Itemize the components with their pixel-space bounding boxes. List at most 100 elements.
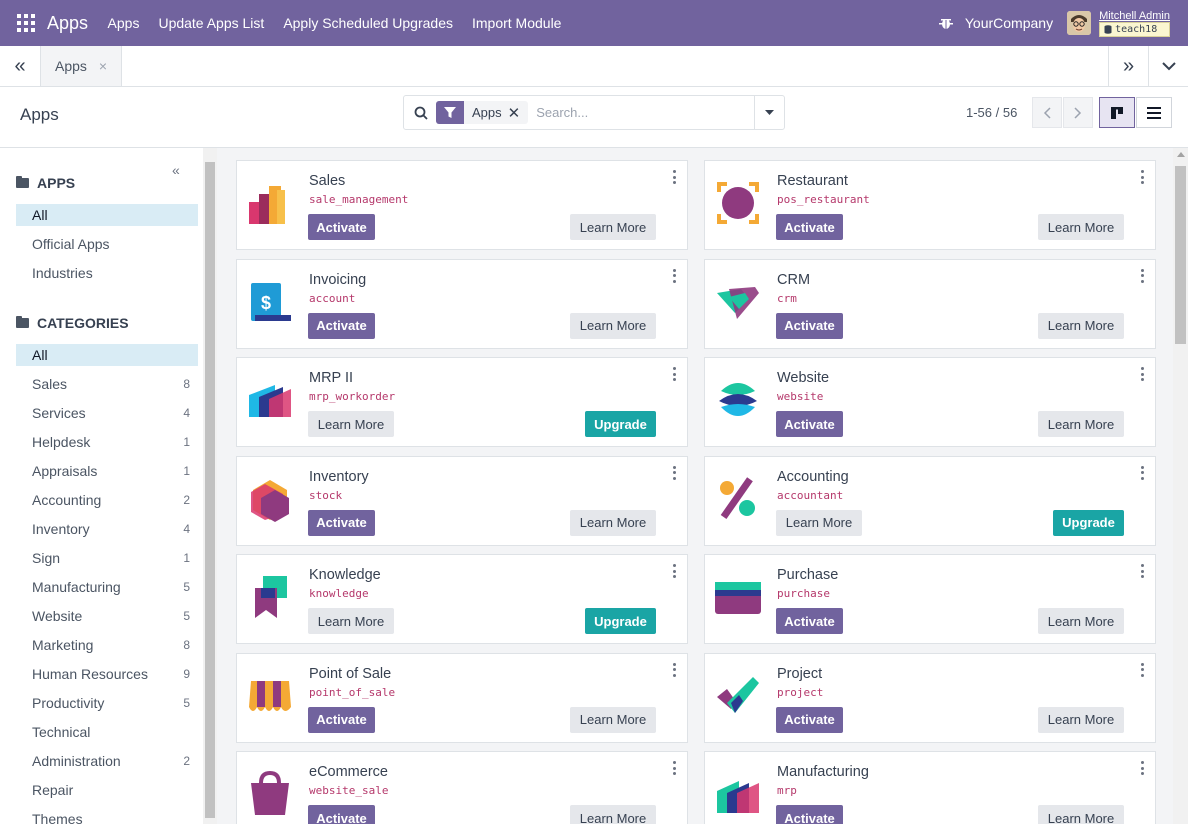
apps-filter-all[interactable]: All — [16, 204, 198, 226]
card-menu-kebab-icon[interactable] — [673, 564, 677, 578]
card-menu-kebab-icon[interactable] — [673, 761, 677, 775]
pager-previous-button[interactable] — [1032, 97, 1062, 128]
learn-more-button[interactable]: Learn More — [1038, 608, 1124, 634]
learn-more-button[interactable]: Learn More — [570, 214, 656, 240]
learn-more-button[interactable]: Learn More — [1038, 805, 1124, 824]
app-card[interactable]: Inventory stock Activate Learn More — [236, 455, 688, 546]
app-menu-grid-icon[interactable] — [17, 14, 35, 32]
learn-more-button[interactable]: Learn More — [570, 706, 656, 733]
app-card[interactable]: Knowledge knowledge Learn More Upgrade — [236, 554, 688, 644]
upgrade-button[interactable]: Upgrade — [1053, 509, 1124, 536]
user-name[interactable]: Mitchell Admin — [1099, 10, 1170, 22]
search-facet[interactable]: Apps ✕ — [436, 101, 529, 124]
user-avatar[interactable] — [1067, 11, 1092, 35]
card-menu-kebab-icon[interactable] — [1141, 761, 1145, 775]
tabs-expand-right-icon[interactable]: » — [1108, 46, 1148, 86]
tabs-dropdown-chevron-icon[interactable] — [1148, 46, 1188, 86]
learn-more-button[interactable]: Learn More — [776, 509, 862, 536]
app-card[interactable]: Accounting accountant Learn More Upgrade — [704, 455, 1156, 546]
apps-filter-official[interactable]: Official Apps — [16, 233, 198, 255]
activate-button[interactable]: Activate — [776, 214, 843, 240]
activate-button[interactable]: Activate — [776, 608, 843, 634]
app-card[interactable]: $ Invoicing account Activate Learn More — [236, 258, 688, 349]
tab-apps[interactable]: Apps × — [40, 46, 123, 86]
category-item[interactable]: Repair — [16, 779, 198, 801]
activate-button[interactable]: Activate — [776, 805, 843, 824]
app-card[interactable]: Project project Activate Learn More — [704, 652, 1156, 743]
category-item[interactable]: Productivity 5 — [16, 692, 198, 714]
app-card[interactable]: Manufacturing mrp Activate Learn More — [704, 751, 1156, 824]
search-options-toggle[interactable] — [754, 96, 784, 129]
app-card[interactable]: Purchase purchase Activate Learn More — [704, 554, 1156, 644]
learn-more-button[interactable]: Learn More — [1038, 411, 1124, 437]
apps-filter-industries[interactable]: Industries — [16, 262, 198, 284]
card-menu-kebab-icon[interactable] — [673, 465, 677, 480]
menu-import-module[interactable]: Import Module — [462, 15, 570, 31]
card-menu-kebab-icon[interactable] — [673, 170, 677, 184]
upgrade-button[interactable]: Upgrade — [585, 411, 656, 437]
pager-value[interactable]: 1-56 / 56 — [966, 105, 1017, 120]
app-card[interactable]: MRP II mrp_workorder Learn More Upgrade — [236, 357, 688, 447]
scroll-up-arrow-icon[interactable] — [1177, 152, 1185, 157]
category-item[interactable]: Inventory 4 — [16, 518, 198, 540]
category-item[interactable]: Human Resources 9 — [16, 663, 198, 685]
card-menu-kebab-icon[interactable] — [1141, 662, 1145, 677]
menu-apply-scheduled-upgrades[interactable]: Apply Scheduled Upgrades — [274, 15, 463, 31]
app-brand[interactable]: Apps — [47, 13, 88, 34]
list-view-button[interactable] — [1136, 97, 1172, 128]
activate-button[interactable]: Activate — [308, 214, 375, 240]
category-item[interactable]: Accounting 2 — [16, 489, 198, 511]
tabs-collapse-left-icon[interactable]: « — [0, 46, 40, 86]
learn-more-button[interactable]: Learn More — [308, 608, 394, 634]
main-scrollbar-thumb[interactable] — [1175, 166, 1186, 344]
app-card[interactable]: Website website Activate Learn More — [704, 357, 1156, 447]
category-item[interactable]: Sign 1 — [16, 547, 198, 569]
menu-apps[interactable]: Apps — [98, 15, 149, 31]
learn-more-button[interactable]: Learn More — [308, 411, 394, 437]
learn-more-button[interactable]: Learn More — [1038, 706, 1124, 733]
app-card[interactable]: eCommerce website_sale Activate Learn More — [236, 751, 688, 824]
sidebar-scrollbar[interactable] — [203, 148, 217, 824]
category-item[interactable]: Services 4 — [16, 402, 198, 424]
activate-button[interactable]: Activate — [776, 312, 843, 339]
category-item[interactable]: Marketing 8 — [16, 634, 198, 656]
learn-more-button[interactable]: Learn More — [570, 805, 656, 824]
card-menu-kebab-icon[interactable] — [673, 367, 677, 381]
category-item[interactable]: Themes — [16, 808, 198, 824]
app-card[interactable]: Restaurant pos_restaurant Activate Learn Mo… — [704, 160, 1156, 250]
category-item[interactable]: Sales 8 — [16, 373, 198, 395]
category-item[interactable]: All — [16, 344, 198, 366]
upgrade-button[interactable]: Upgrade — [585, 608, 656, 634]
category-item[interactable]: Manufacturing 5 — [16, 576, 198, 598]
card-menu-kebab-icon[interactable] — [1141, 465, 1145, 480]
category-item[interactable]: Helpdesk 1 — [16, 431, 198, 453]
search-icon[interactable] — [414, 106, 428, 120]
activate-button[interactable]: Activate — [308, 312, 375, 339]
category-item[interactable]: Website 5 — [16, 605, 198, 627]
activate-button[interactable]: Activate — [308, 509, 375, 536]
category-item[interactable]: Appraisals 1 — [16, 460, 198, 482]
card-menu-kebab-icon[interactable] — [673, 662, 677, 677]
tab-close-icon[interactable]: × — [99, 58, 107, 74]
learn-more-button[interactable]: Learn More — [570, 312, 656, 339]
category-item[interactable]: Technical — [16, 721, 198, 743]
category-item[interactable]: Administration 2 — [16, 750, 198, 772]
activate-button[interactable]: Activate — [308, 805, 375, 824]
card-menu-kebab-icon[interactable] — [1141, 564, 1145, 578]
activate-button[interactable]: Activate — [776, 411, 843, 437]
app-card[interactable]: CRM crm Activate Learn More — [704, 258, 1156, 349]
search-input[interactable] — [536, 105, 737, 120]
card-menu-kebab-icon[interactable] — [673, 268, 677, 283]
pager-next-button[interactable] — [1063, 97, 1093, 128]
card-menu-kebab-icon[interactable] — [1141, 268, 1145, 283]
kanban-view-button[interactable] — [1099, 97, 1135, 128]
menu-update-apps-list[interactable]: Update Apps List — [149, 15, 274, 31]
learn-more-button[interactable]: Learn More — [1038, 214, 1124, 240]
app-card[interactable]: Sales sale_management Activate Learn More — [236, 160, 688, 250]
user-menu[interactable]: Mitchell Admin teach18 — [1099, 10, 1170, 37]
main-scrollbar[interactable] — [1173, 148, 1188, 824]
search-box[interactable]: Apps ✕ — [403, 95, 785, 130]
activate-button[interactable]: Activate — [308, 706, 375, 733]
card-menu-kebab-icon[interactable] — [1141, 367, 1145, 381]
activate-button[interactable]: Activate — [776, 706, 843, 733]
